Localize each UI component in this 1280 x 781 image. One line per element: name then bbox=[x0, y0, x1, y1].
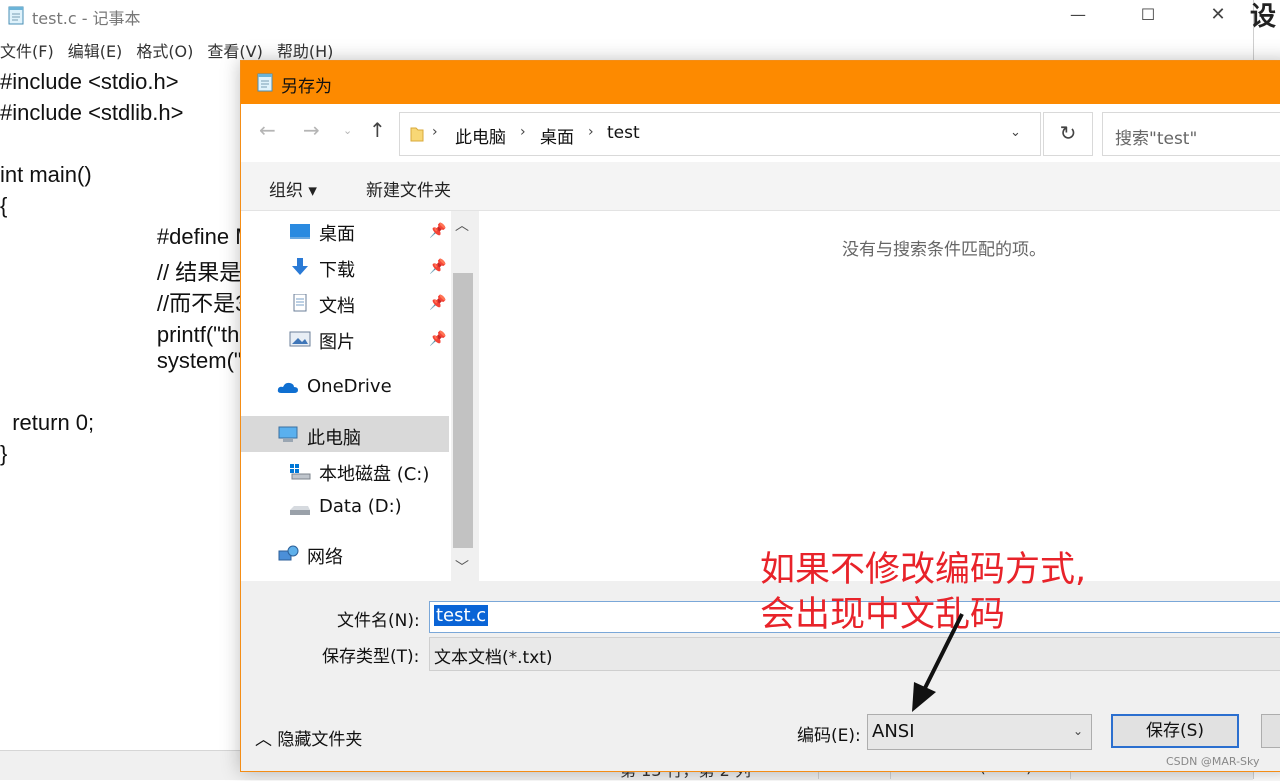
close-button[interactable]: ✕ bbox=[1195, 0, 1241, 32]
menu-file[interactable]: 文件(F) bbox=[0, 38, 54, 62]
breadcrumb-separator-icon: › bbox=[520, 124, 526, 140]
encoding-select[interactable]: ANSI ⌄ bbox=[867, 714, 1092, 750]
chevron-down-icon[interactable]: ⌄ bbox=[1010, 125, 1021, 140]
dialog-title: 另存为 bbox=[281, 77, 332, 97]
pin-icon[interactable]: 📌 bbox=[429, 295, 446, 311]
address-bar[interactable]: › 此电脑 › 桌面 › test ⌄ bbox=[399, 112, 1041, 156]
nav-item-label: 桌面 bbox=[319, 224, 355, 245]
hide-folders-label: 隐藏文件夹 bbox=[277, 730, 363, 750]
document-icon bbox=[293, 294, 307, 312]
maximize-button[interactable]: ☐ bbox=[1125, 0, 1171, 32]
folder-icon bbox=[410, 127, 424, 142]
download-icon bbox=[292, 258, 308, 275]
pin-icon[interactable]: 📌 bbox=[429, 223, 446, 239]
navigation-pane: 桌面 📌 下载 📌 文档 📌 图片 📌 OneDrive 此电脑 本地磁盘 (C… bbox=[241, 211, 451, 581]
forward-arrow-icon[interactable]: → bbox=[303, 118, 320, 142]
annotation-text-line1: 如果不修改编码方式, bbox=[760, 550, 1087, 590]
encoding-label: 编码(E): bbox=[797, 726, 861, 746]
notepad-icon bbox=[257, 73, 273, 92]
minimize-button[interactable]: — bbox=[1055, 0, 1101, 32]
filetype-label: 保存类型(T): bbox=[322, 647, 420, 667]
nav-item-network[interactable]: 网络 bbox=[277, 537, 447, 571]
up-arrow-icon[interactable]: ↑ bbox=[369, 118, 386, 142]
encoding-value: ANSI bbox=[872, 721, 915, 742]
scroll-thumb[interactable] bbox=[453, 273, 473, 548]
code-line: } bbox=[0, 441, 8, 466]
search-input[interactable]: 搜索"test" bbox=[1102, 112, 1280, 156]
onedrive-cloud-icon bbox=[277, 382, 298, 393]
nav-item-pictures[interactable]: 图片 📌 bbox=[289, 322, 449, 356]
computer-icon bbox=[278, 426, 298, 442]
annotation-arrow-icon bbox=[912, 613, 964, 712]
nav-item-label: 本地磁盘 (C:) bbox=[319, 464, 430, 485]
nav-item-onedrive[interactable]: OneDrive bbox=[277, 370, 447, 404]
background-window-fragment: 设 bbox=[1250, 2, 1277, 32]
menu-format[interactable]: 格式(O) bbox=[136, 38, 193, 62]
pin-icon[interactable]: 📌 bbox=[429, 331, 446, 347]
dialog-toolbar: 组织 ▾ 新建文件夹 bbox=[241, 162, 1280, 211]
filetype-value: 文本文档(*.txt) bbox=[434, 648, 553, 668]
refresh-button[interactable]: ↻ bbox=[1043, 112, 1093, 156]
desktop-icon bbox=[290, 224, 310, 239]
dialog-titlebar[interactable]: 另存为 bbox=[241, 61, 1280, 104]
menu-edit[interactable]: 编辑(E) bbox=[68, 38, 123, 62]
code-line: { bbox=[0, 193, 8, 218]
nav-item-downloads[interactable]: 下载 📌 bbox=[289, 250, 449, 284]
code-line: int main() bbox=[0, 162, 92, 187]
filename-label: 文件名(N): bbox=[337, 611, 420, 631]
nav-item-label: 图片 bbox=[319, 332, 355, 353]
recent-locations-icon[interactable]: ⌄ bbox=[343, 124, 352, 137]
save-as-dialog: 另存为 ← → ⌄ ↑ › 此电脑 › 桌面 › test ⌄ ↻ 搜索"tes… bbox=[240, 60, 1280, 772]
nav-item-label: 文档 bbox=[319, 296, 355, 317]
search-placeholder: 搜索"test" bbox=[1115, 129, 1198, 149]
cancel-button[interactable] bbox=[1261, 714, 1280, 748]
nav-item-documents[interactable]: 文档 📌 bbox=[289, 286, 449, 320]
new-folder-button[interactable]: 新建文件夹 bbox=[366, 176, 451, 201]
notepad-title: test.c - 记事本 bbox=[32, 9, 141, 28]
breadcrumb-separator-icon: › bbox=[588, 124, 594, 140]
breadcrumb-separator-icon: › bbox=[432, 124, 438, 140]
scroll-down-icon[interactable]: ﹀ bbox=[455, 557, 469, 577]
nav-item-local-disk-c[interactable]: 本地磁盘 (C:) bbox=[289, 454, 449, 488]
file-list-pane[interactable]: 没有与搜索条件匹配的项。 bbox=[479, 211, 1280, 581]
chevron-up-icon: ︿ bbox=[255, 730, 272, 750]
nav-item-data-disk-d[interactable]: Data (D:) bbox=[289, 490, 449, 524]
nav-item-desktop[interactable]: 桌面 📌 bbox=[289, 214, 449, 248]
pin-icon[interactable]: 📌 bbox=[429, 259, 446, 275]
windows-drive-icon bbox=[290, 464, 311, 480]
notepad-icon bbox=[8, 6, 24, 25]
organize-button[interactable]: 组织 ▾ bbox=[269, 176, 317, 201]
filename-value: test.c bbox=[434, 605, 489, 626]
nav-item-label: OneDrive bbox=[307, 376, 392, 397]
watermark: CSDN @MAR-Sky bbox=[1166, 755, 1260, 768]
notepad-titlebar[interactable]: test.c - 记事本 — ☐ ✕ bbox=[0, 0, 1253, 32]
nav-item-label: Data (D:) bbox=[319, 496, 402, 517]
filetype-select[interactable]: 文本文档(*.txt) bbox=[429, 637, 1280, 671]
pictures-icon bbox=[289, 331, 311, 347]
code-line: return 0; bbox=[0, 410, 95, 435]
back-arrow-icon[interactable]: ← bbox=[259, 118, 276, 142]
breadcrumb-test[interactable]: test bbox=[607, 123, 640, 143]
scroll-up-icon[interactable]: ︿ bbox=[455, 215, 469, 235]
breadcrumb-desktop[interactable]: 桌面 bbox=[540, 123, 574, 148]
nav-item-label: 此电脑 bbox=[307, 428, 361, 449]
breadcrumb-this-pc[interactable]: 此电脑 bbox=[455, 123, 506, 148]
save-button[interactable]: 保存(S) bbox=[1111, 714, 1239, 748]
navigation-row: ← → ⌄ ↑ › 此电脑 › 桌面 › test ⌄ ↻ 搜索"test" bbox=[241, 104, 1280, 162]
chevron-down-icon: ⌄ bbox=[1072, 724, 1083, 738]
code-line: #include <stdio.h> bbox=[0, 69, 179, 94]
empty-results-message: 没有与搜索条件匹配的项。 bbox=[842, 240, 1046, 260]
nav-item-label: 下载 bbox=[319, 260, 355, 281]
hide-folders-button[interactable]: ︿ 隐藏文件夹 bbox=[255, 725, 362, 750]
code-line: #include <stdlib.h> bbox=[0, 100, 184, 125]
navigation-scrollbar[interactable]: ︿ ﹀ bbox=[451, 211, 475, 581]
network-icon bbox=[278, 545, 299, 561]
menu-help[interactable]: 帮助(H) bbox=[277, 38, 334, 62]
menu-view[interactable]: 查看(V) bbox=[207, 38, 262, 62]
nav-item-label: 网络 bbox=[307, 547, 343, 568]
nav-item-this-pc[interactable]: 此电脑 bbox=[277, 418, 447, 452]
drive-icon bbox=[290, 506, 310, 515]
